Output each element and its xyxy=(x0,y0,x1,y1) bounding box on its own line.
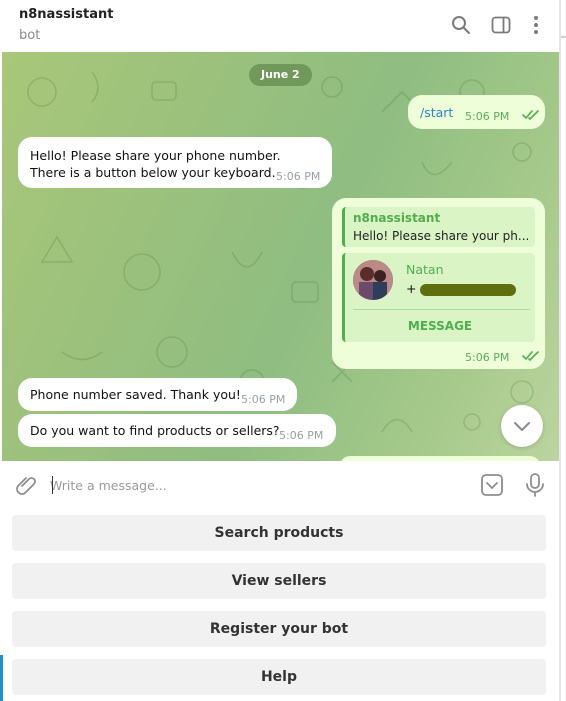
contact-avatar xyxy=(353,260,393,300)
sidebar-toggle-icon[interactable] xyxy=(490,14,512,36)
message-time: 5:06 PM xyxy=(465,110,510,123)
message-time: 5:06 PM xyxy=(465,351,510,364)
message-text-line: There is a button below your keyboard. xyxy=(30,165,276,180)
divider-tick xyxy=(561,36,566,38)
keyboard-button-help[interactable]: Help xyxy=(12,659,546,695)
reply-text: Hello! Please share your ph... xyxy=(353,229,530,243)
window-divider xyxy=(559,0,561,701)
text-caret xyxy=(52,476,53,494)
search-icon[interactable] xyxy=(450,14,472,36)
date-separator: June 2 xyxy=(249,64,312,86)
contact-phone: + xyxy=(406,281,517,296)
redaction-mark xyxy=(420,283,517,296)
message-outgoing-contact[interactable]: n8nassistant Hello! Please share your ph… xyxy=(332,198,545,369)
focus-accent-bar xyxy=(0,655,3,701)
message-time: 5:06 PM xyxy=(241,393,286,406)
message-text: Hello! Please share your phone number. T… xyxy=(30,147,281,181)
contact-name: Natan xyxy=(406,262,444,277)
divider xyxy=(353,309,530,310)
bot-command-link[interactable]: /start xyxy=(420,105,453,120)
bot-keyboard-icon[interactable] xyxy=(480,473,504,501)
microphone-icon[interactable] xyxy=(524,472,546,502)
keyboard-button-view-sellers[interactable]: View sellers xyxy=(12,563,546,599)
attach-icon[interactable] xyxy=(14,474,38,502)
message-incoming[interactable]: Phone number saved. Thank you! 5:06 PM xyxy=(18,378,297,411)
reply-author: n8nassistant xyxy=(353,211,441,225)
chat-header: n8nassistant bot xyxy=(0,0,559,52)
scroll-to-bottom-button[interactable] xyxy=(501,405,543,447)
double-check-icon xyxy=(522,351,540,361)
chat-message-area[interactable]: June 2 /start 5:06 PM Hello! Please shar… xyxy=(2,52,559,461)
message-input[interactable] xyxy=(50,473,470,497)
keyboard-button-register-bot[interactable]: Register your bot xyxy=(12,611,546,647)
message-incoming[interactable]: Hello! Please share your phone number. T… xyxy=(18,137,332,188)
chat-status: bot xyxy=(19,28,41,43)
message-text-line: Hello! Please share your phone number. xyxy=(30,148,281,163)
message-time: 5:06 PM xyxy=(276,170,321,183)
chat-title[interactable]: n8nassistant xyxy=(19,7,113,22)
shared-contact-card[interactable]: Natan + MESSAGE xyxy=(342,253,535,342)
keyboard-button-search-products[interactable]: Search products xyxy=(12,515,546,551)
contact-message-button[interactable]: MESSAGE xyxy=(345,311,535,341)
message-outgoing[interactable]: /start 5:06 PM xyxy=(408,95,545,129)
message-incoming[interactable]: Do you want to find products or sellers?… xyxy=(18,414,336,447)
double-check-icon xyxy=(522,110,540,120)
more-vertical-icon[interactable] xyxy=(525,14,547,36)
message-text: Do you want to find products or sellers? xyxy=(30,423,280,438)
message-time: 5:06 PM xyxy=(279,429,324,442)
message-text: Phone number saved. Thank you! xyxy=(30,387,241,402)
contact-phone-prefix: + xyxy=(406,281,417,296)
chevron-down-icon xyxy=(514,422,530,431)
reply-quote[interactable]: n8nassistant Hello! Please share your ph… xyxy=(342,207,535,247)
message-composer xyxy=(0,461,559,509)
